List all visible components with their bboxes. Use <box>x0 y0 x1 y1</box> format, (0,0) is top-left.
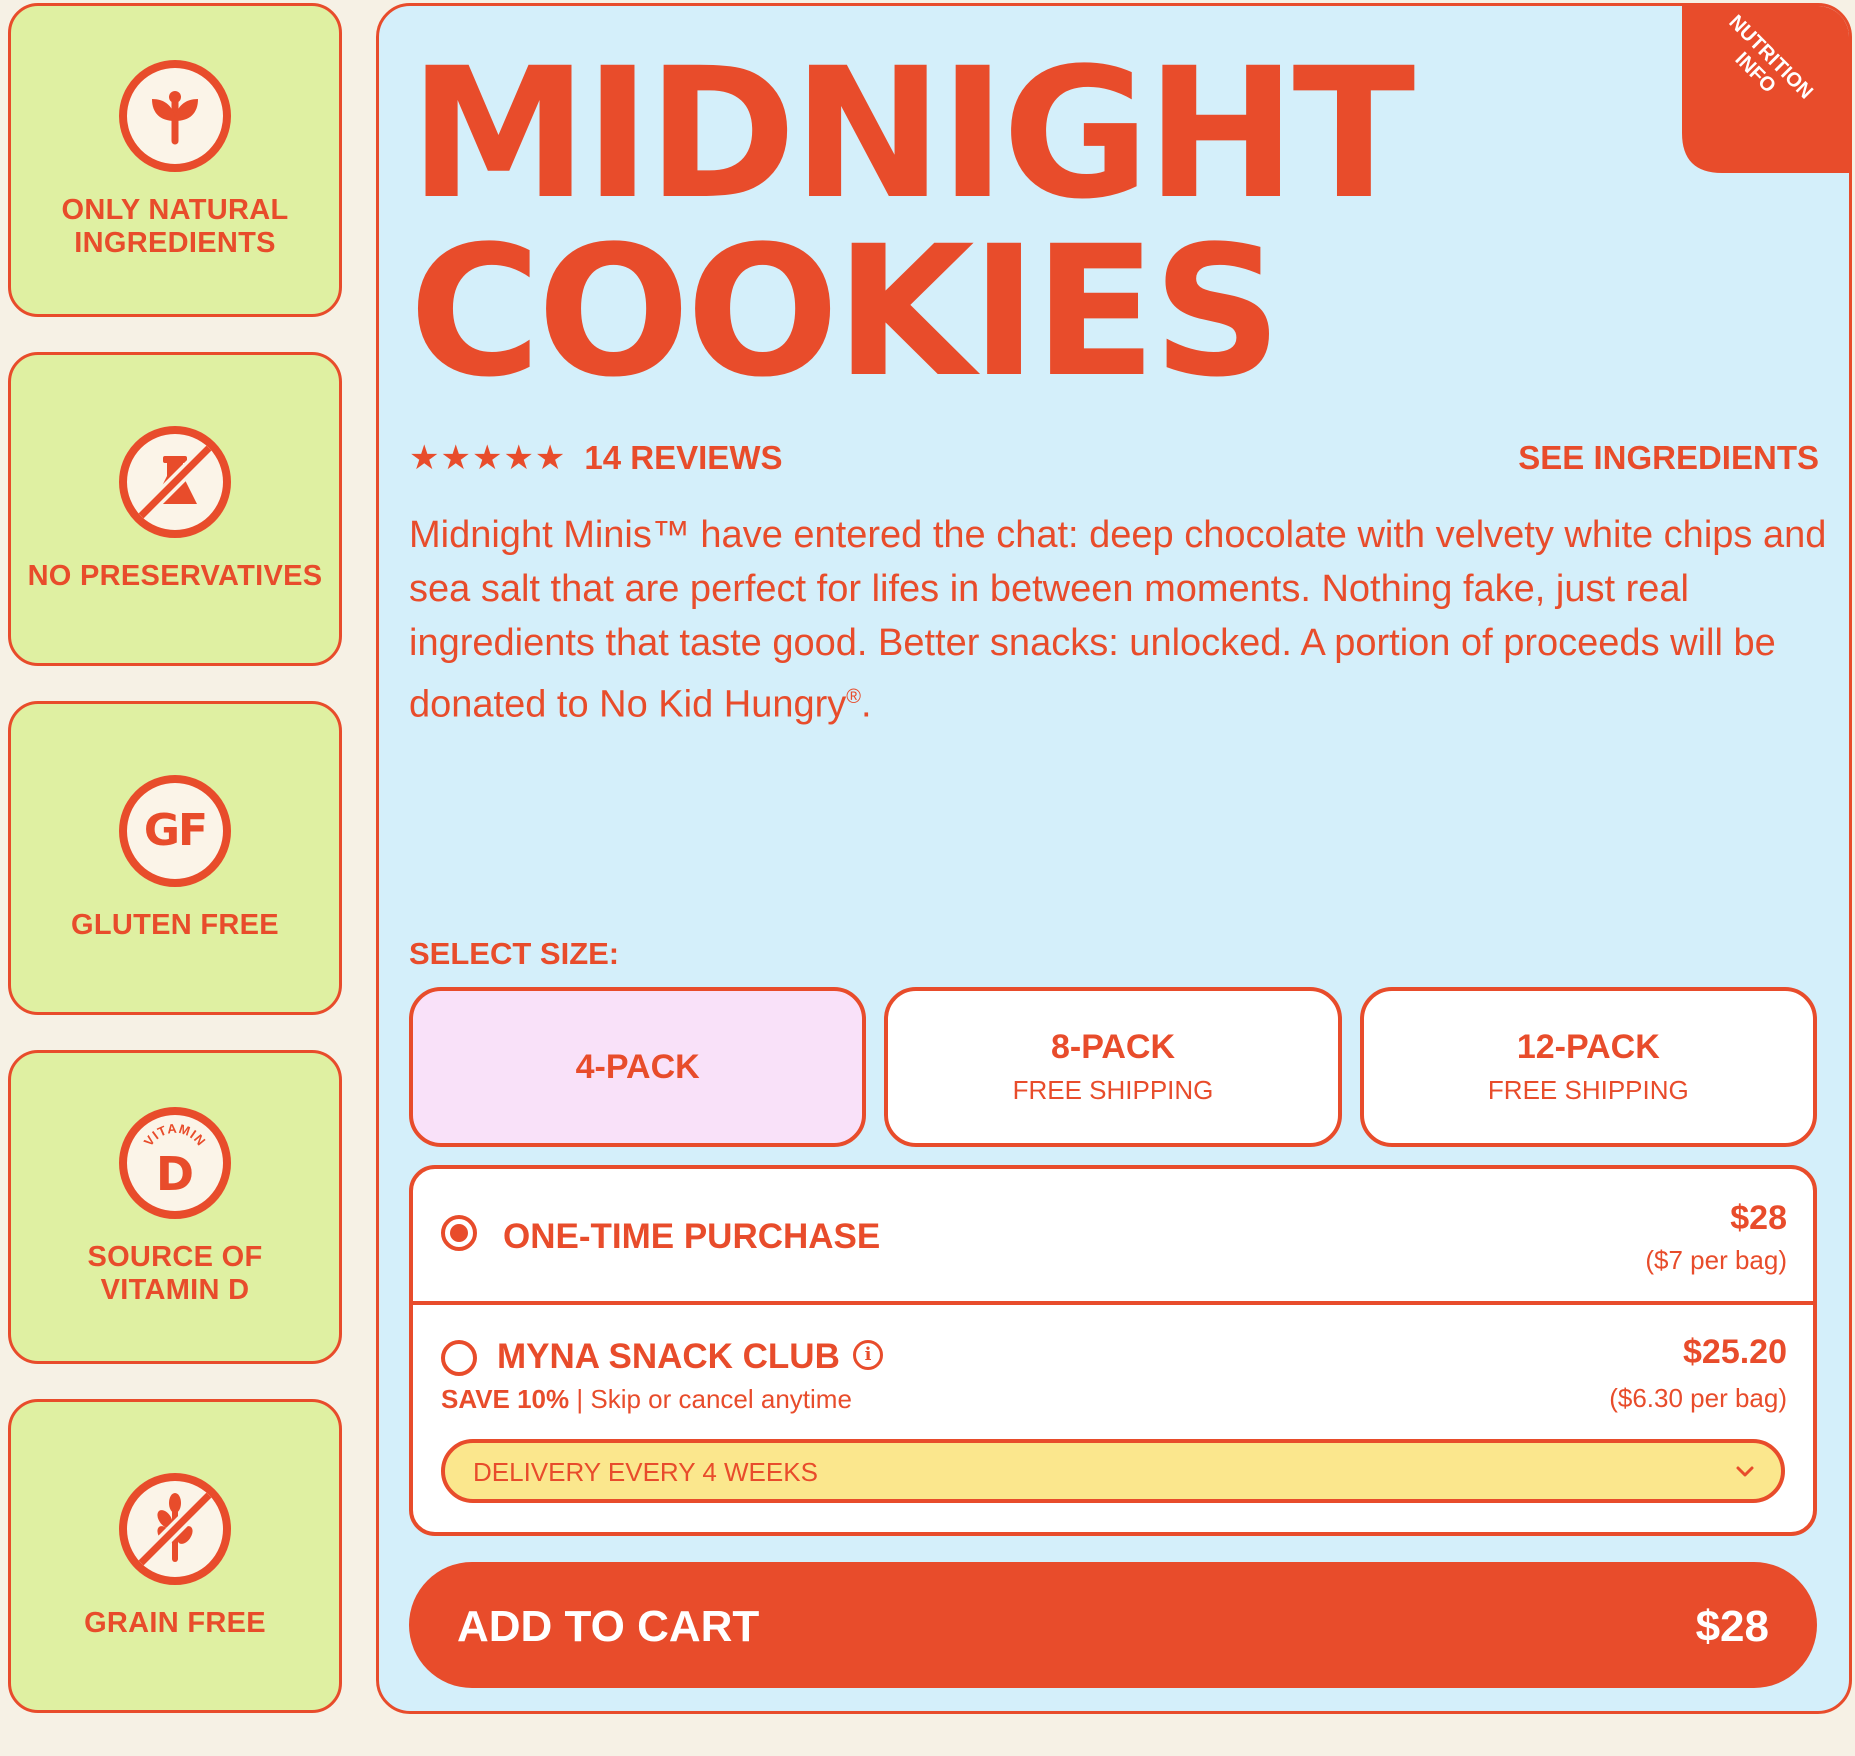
size-name: 8-PACK <box>1050 1028 1176 1066</box>
gluten-free-icon: GF <box>119 774 231 887</box>
skip-cancel-note: | Skip or cancel anytime <box>576 1384 852 1414</box>
size-name: 4-PACK <box>575 1047 700 1086</box>
size-name: 12-PACK <box>1516 1028 1660 1066</box>
one-time-per-bag: ($7 per bag) <box>1645 1245 1787 1275</box>
badge-natural-ingredients: ONLY NATURAL INGREDIENTS <box>8 3 342 317</box>
title-line-2: COOKIES <box>409 208 1282 417</box>
select-size-label: SELECT SIZE: <box>409 936 620 971</box>
save-percent: SAVE 10% <box>441 1384 570 1414</box>
badge-label: NO PRESERVATIVES <box>27 559 323 592</box>
add-to-cart-price: $28 <box>1695 1602 1769 1651</box>
size-option-12-pack[interactable]: 12-PACK FREE SHIPPING <box>1359 987 1817 1147</box>
badge-gluten-free: GF GLUTEN FREE <box>8 701 342 1015</box>
nutrition-info-tab[interactable]: NUTRITION INFO <box>1682 6 1849 173</box>
snack-club-title[interactable]: MYNA SNACK CLUB <box>497 1337 840 1377</box>
description-end: . <box>861 683 872 726</box>
product-description: Midnight Minis™ have entered the chat: d… <box>409 508 1829 732</box>
no-preservatives-icon <box>119 425 231 538</box>
snack-club-radio[interactable] <box>441 1340 477 1376</box>
title-line-1: MIDNIGHT <box>409 30 1415 239</box>
star-rating-icon: ★★★★★ <box>409 439 567 477</box>
snack-club-price: $25.20 <box>1683 1333 1787 1371</box>
reviews-link[interactable]: 14 REVIEWS <box>584 439 782 477</box>
svg-text:VITAMIN: VITAMIN <box>141 1121 209 1149</box>
delivery-frequency-value: DELIVERY EVERY 4 WEEKS <box>473 1457 818 1487</box>
snack-club-savings: SAVE 10% | Skip or cancel anytime <box>441 1384 852 1415</box>
gf-text: GF <box>143 805 208 856</box>
badge-vitamin-d: VITAMIN D SOURCE OF VITAMIN D <box>8 1050 342 1364</box>
size-option-4-pack[interactable]: 4-PACK <box>409 987 867 1147</box>
one-time-radio[interactable] <box>441 1215 477 1251</box>
product-panel: NUTRITION INFO MIDNIGHT COOKIES ★★★★★ 14… <box>376 3 1852 1714</box>
badge-label: GLUTEN FREE <box>71 908 279 941</box>
size-selector: 4-PACK 8-PACK FREE SHIPPING 12-PACK FREE… <box>409 987 1817 1147</box>
registered-mark: ® <box>846 686 862 708</box>
rating-row: ★★★★★ 14 REVIEWS <box>409 438 782 478</box>
purchase-options: ONE-TIME PURCHASE $28 ($7 per bag) MYNA … <box>409 1165 1817 1536</box>
sprout-icon <box>119 60 231 172</box>
badge-label: GRAIN FREE <box>84 1606 266 1639</box>
description-text: Midnight Minis™ have entered the chat: d… <box>409 514 1827 726</box>
add-to-cart-label: ADD TO CART <box>457 1602 760 1651</box>
badge-grain-free: GRAIN FREE <box>8 1399 342 1713</box>
size-shipping-note: FREE SHIPPING <box>1012 1075 1214 1105</box>
one-time-title: ONE-TIME PURCHASE <box>503 1217 881 1256</box>
size-option-8-pack[interactable]: 8-PACK FREE SHIPPING <box>884 987 1342 1147</box>
vitamin-arc-text: VITAMIN <box>141 1121 208 1149</box>
snack-club-per-bag: ($6.30 per bag) <box>1609 1383 1787 1413</box>
product-title: MIDNIGHT COOKIES <box>409 30 1415 417</box>
add-to-cart-button[interactable]: ADD TO CART $28 <box>409 1562 1817 1688</box>
badge-label: SOURCE OF VITAMIN D <box>87 1241 263 1306</box>
delivery-frequency-select[interactable]: DELIVERY EVERY 4 WEEKS <box>441 1439 1785 1503</box>
info-icon[interactable]: i <box>853 1340 883 1370</box>
vitamin-d-icon: VITAMIN D <box>119 1107 231 1219</box>
size-shipping-note: FREE SHIPPING <box>1487 1075 1689 1105</box>
one-time-purchase-option[interactable]: ONE-TIME PURCHASE $28 ($7 per bag) <box>413 1169 1813 1305</box>
badge-label: ONLY NATURAL INGREDIENTS <box>61 194 289 259</box>
one-time-price: $28 <box>1730 1199 1787 1237</box>
grain-free-icon <box>119 1472 231 1585</box>
chevron-down-icon <box>1731 1457 1759 1490</box>
badge-no-preservatives: NO PRESERVATIVES <box>8 352 342 666</box>
see-ingredients-link[interactable]: SEE INGREDIENTS <box>1518 439 1819 477</box>
